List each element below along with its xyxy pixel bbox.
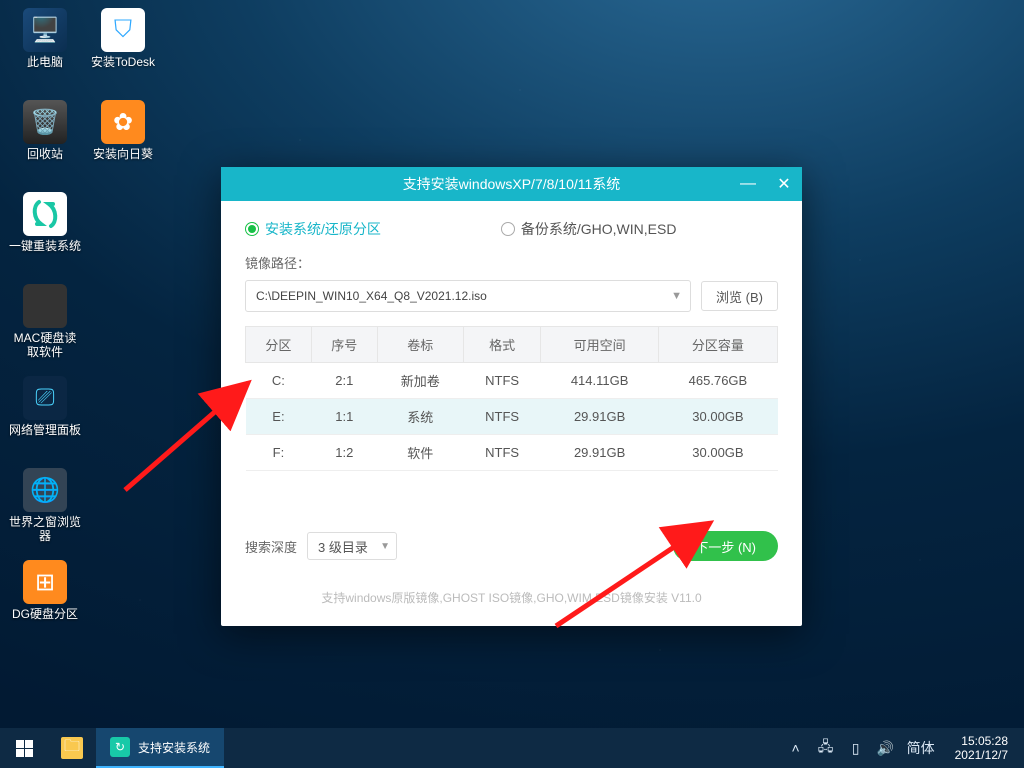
partition-icon: ⊞ [23, 560, 67, 604]
table-cell: 新加卷 [377, 363, 463, 399]
taskbar-clock[interactable]: 15:05:28 2021/12/7 [947, 734, 1016, 763]
table-cell: 29.91GB [541, 435, 658, 471]
radio-dot-icon [245, 222, 259, 236]
table-cell: 465.76GB [658, 363, 777, 399]
th-free: 可用空间 [541, 327, 658, 363]
next-button[interactable]: 下一步 (N) [673, 531, 778, 561]
network-icon: ⎚ [23, 376, 67, 420]
th-label: 卷标 [377, 327, 463, 363]
table-cell: 2:1 [311, 363, 377, 399]
globe-icon: 🌐 [23, 468, 67, 512]
table-cell: C: [246, 363, 312, 399]
table-cell: NTFS [463, 435, 541, 471]
th-size: 分区容量 [658, 327, 777, 363]
chevron-down-icon: ▼ [671, 290, 682, 302]
desktop-icon-reinstall[interactable]: 一键重装系统 [8, 192, 82, 280]
table-cell: 系统 [377, 399, 463, 435]
minimize-button[interactable]: — [730, 167, 766, 201]
reinstall-icon [23, 192, 67, 236]
taskbar: 🗀 ↻ 支持安装系统 ˄ 🖧 ▯ 🔊 简体 15:05:28 2021/12/7 [0, 728, 1024, 768]
radio-dot-icon [501, 222, 515, 236]
search-depth-select[interactable]: 3 级目录 ▼ [307, 532, 397, 560]
sunflower-icon: ✿ [101, 100, 145, 144]
image-path-value: C:\DEEPIN_WIN10_X64_Q8_V2021.12.iso [256, 289, 487, 303]
battery-icon[interactable]: ▯ [847, 739, 865, 757]
desktop-icon-sunflower[interactable]: ✿安装向日葵 [86, 100, 160, 188]
chevron-down-icon: ▼ [380, 541, 390, 552]
tray-chevron-up-icon[interactable]: ˄ [787, 739, 805, 757]
table-cell: NTFS [463, 363, 541, 399]
table-row[interactable]: E:1:1系统NTFS29.91GB30.00GB [246, 399, 778, 435]
dialog-footer: 支持windows原版镜像,GHOST ISO镜像,GHO,WIM,ESD镜像安… [221, 575, 802, 626]
desktop-icon-mac-disk[interactable]: MAC硬盘读取软件 [8, 284, 82, 372]
table-cell: 1:1 [311, 399, 377, 435]
close-button[interactable]: ✕ [766, 167, 802, 201]
table-row[interactable]: F:1:2软件NTFS29.91GB30.00GB [246, 435, 778, 471]
windows-icon [16, 740, 33, 757]
trash-icon: 🗑️ [23, 100, 67, 144]
table-cell: NTFS [463, 399, 541, 435]
table-cell: 29.91GB [541, 399, 658, 435]
app-icon: ↻ [110, 737, 130, 757]
desktop-icon-recycle-bin[interactable]: 🗑️回收站 [8, 100, 82, 188]
install-dialog: 支持安装windowsXP/7/8/10/11系统 — ✕ 安装系统/还原分区 … [221, 167, 802, 626]
table-cell: 软件 [377, 435, 463, 471]
monitor-icon: 🖥️ [23, 8, 67, 52]
system-tray: ˄ 🖧 ▯ 🔊 简体 15:05:28 2021/12/7 [779, 734, 1024, 763]
desktop-icon-network-panel[interactable]: ⎚网络管理面板 [8, 376, 82, 464]
table-cell: E: [246, 399, 312, 435]
file-explorer-button[interactable]: 🗀 [48, 728, 96, 768]
ime-indicator[interactable]: 简体 [907, 739, 935, 757]
desktop-icon-todesk[interactable]: ⛉安装ToDesk [86, 8, 160, 96]
desktop-icon-this-pc[interactable]: 🖥️此电脑 [8, 8, 82, 96]
image-path-combo[interactable]: C:\DEEPIN_WIN10_X64_Q8_V2021.12.iso ▼ [245, 280, 691, 312]
table-cell: 30.00GB [658, 399, 777, 435]
folder-icon: 🗀 [61, 737, 83, 759]
desktop-icon-browser[interactable]: 🌐世界之窗浏览器 [8, 468, 82, 556]
volume-icon[interactable]: 🔊 [877, 739, 895, 757]
partition-table: 分区 序号 卷标 格式 可用空间 分区容量 C:2:1新加卷NTFS414.11… [245, 326, 778, 471]
th-format: 格式 [463, 327, 541, 363]
desktop: 🖥️此电脑 ⛉安装ToDesk 🗑️回收站 ✿安装向日葵 一键重装系统 MAC硬… [8, 8, 160, 648]
desktop-icon-dg-partition[interactable]: ⊞DG硬盘分区 [8, 560, 82, 648]
table-cell: 30.00GB [658, 435, 777, 471]
todesk-icon: ⛉ [101, 8, 145, 52]
taskbar-task-installer[interactable]: ↻ 支持安装系统 [96, 728, 224, 768]
table-cell: 414.11GB [541, 363, 658, 399]
dialog-title: 支持安装windowsXP/7/8/10/11系统 [403, 174, 621, 194]
radio-backup[interactable]: 备份系统/GHO,WIN,ESD [501, 219, 677, 239]
apple-icon [23, 284, 67, 328]
image-path-label: 镜像路径： [245, 253, 778, 272]
th-partition: 分区 [246, 327, 312, 363]
table-cell: 1:2 [311, 435, 377, 471]
search-depth-label: 搜索深度 [245, 537, 297, 556]
dialog-titlebar[interactable]: 支持安装windowsXP/7/8/10/11系统 — ✕ [221, 167, 802, 201]
network-icon[interactable]: 🖧 [817, 739, 835, 757]
table-cell: F: [246, 435, 312, 471]
th-index: 序号 [311, 327, 377, 363]
radio-install-restore[interactable]: 安装系统/还原分区 [245, 219, 381, 239]
table-row[interactable]: C:2:1新加卷NTFS414.11GB465.76GB [246, 363, 778, 399]
start-button[interactable] [0, 728, 48, 768]
browse-button[interactable]: 浏览 (B) [701, 281, 778, 311]
